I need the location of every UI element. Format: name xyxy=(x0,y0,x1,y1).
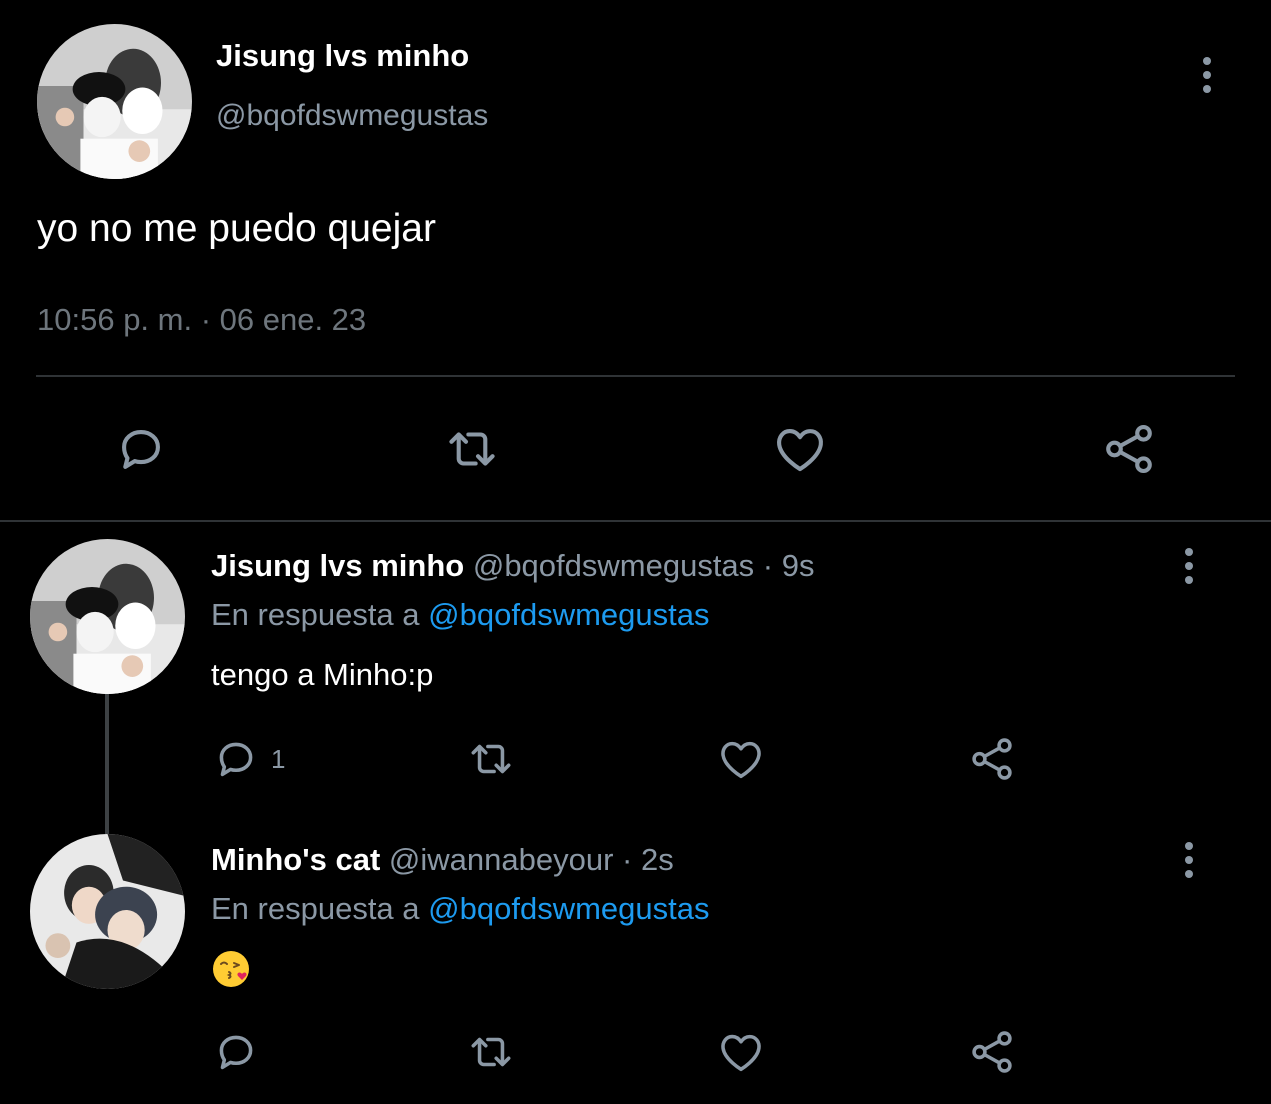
reply-icon xyxy=(211,734,261,784)
more-dot-icon xyxy=(1185,562,1193,570)
thread-line xyxy=(105,694,109,834)
reply-text: tengo a Minho:p xyxy=(211,657,434,692)
reply-count: 1 xyxy=(271,743,286,774)
reply-icon xyxy=(211,1027,261,1077)
reply-to-prefix: En respuesta a xyxy=(211,891,420,926)
like-button[interactable] xyxy=(716,1027,766,1077)
reply-meta: @iwannabeyour · 2s xyxy=(388,842,674,877)
reply-meta: @bqofdswmegustas · 9s xyxy=(472,548,815,583)
share-button[interactable] xyxy=(1100,420,1158,478)
reply-author-name[interactable]: Minho's cat xyxy=(211,842,380,877)
reply-author-name[interactable]: Jisung lvs minho xyxy=(211,548,464,583)
more-options-button[interactable] xyxy=(1169,830,1209,890)
more-options-button[interactable] xyxy=(1187,45,1227,105)
retweet-icon xyxy=(466,734,516,784)
retweet-icon xyxy=(466,1027,516,1077)
reply-to-line: En respuesta a @bqofdswmegustas xyxy=(211,891,710,927)
reply-to-link[interactable]: @bqofdswmegustas xyxy=(428,891,709,926)
more-dot-icon xyxy=(1185,856,1193,864)
like-icon xyxy=(771,420,829,478)
reply-button[interactable] xyxy=(211,1027,261,1077)
kiss-emoji-icon xyxy=(211,949,251,989)
like-button[interactable] xyxy=(771,420,829,478)
more-dot-icon xyxy=(1203,71,1211,79)
reply-avatar[interactable] xyxy=(30,834,185,989)
reply-to-prefix: En respuesta a xyxy=(211,597,420,632)
reply-button[interactable] xyxy=(112,420,170,478)
author-handle[interactable]: @bqofdswmegustas xyxy=(216,99,488,133)
section-divider xyxy=(0,520,1271,522)
more-dot-icon xyxy=(1185,576,1193,584)
more-dot-icon xyxy=(1185,842,1193,850)
retweet-button[interactable] xyxy=(466,734,516,784)
like-button[interactable] xyxy=(716,734,766,784)
reply-icon xyxy=(112,420,170,478)
reply-avatar[interactable] xyxy=(30,539,185,694)
reply-to-line: En respuesta a @bqofdswmegustas xyxy=(211,597,710,633)
retweet-button[interactable] xyxy=(466,1027,516,1077)
retweet-button[interactable] xyxy=(443,420,501,478)
share-icon xyxy=(967,734,1017,784)
share-icon xyxy=(967,1027,1017,1077)
more-dot-icon xyxy=(1203,57,1211,65)
tweet-text: yo no me puedo quejar xyxy=(37,207,436,250)
reply-header: Jisung lvs minho @bqofdswmegustas · 9s xyxy=(211,548,814,584)
avatar-image xyxy=(30,539,185,694)
like-icon xyxy=(716,1027,766,1077)
share-button[interactable] xyxy=(967,734,1017,784)
reply-button[interactable]: 1 xyxy=(211,734,285,784)
more-dot-icon xyxy=(1203,85,1211,93)
tweet-timestamp[interactable]: 10:56 p. m. · 06 ene. 23 xyxy=(37,302,366,338)
more-dot-icon xyxy=(1185,548,1193,556)
reply-to-link[interactable]: @bqofdswmegustas xyxy=(428,597,709,632)
like-icon xyxy=(716,734,766,784)
reply-header: Minho's cat @iwannabeyour · 2s xyxy=(211,842,674,878)
more-options-button[interactable] xyxy=(1169,536,1209,596)
more-dot-icon xyxy=(1185,870,1193,878)
retweet-icon xyxy=(443,420,501,478)
divider xyxy=(36,375,1235,377)
author-name[interactable]: Jisung lvs minho xyxy=(216,38,469,74)
share-button[interactable] xyxy=(967,1027,1017,1077)
share-icon xyxy=(1100,420,1158,478)
avatar-image xyxy=(37,24,192,179)
avatar-image xyxy=(30,834,185,989)
author-avatar[interactable] xyxy=(37,24,192,179)
